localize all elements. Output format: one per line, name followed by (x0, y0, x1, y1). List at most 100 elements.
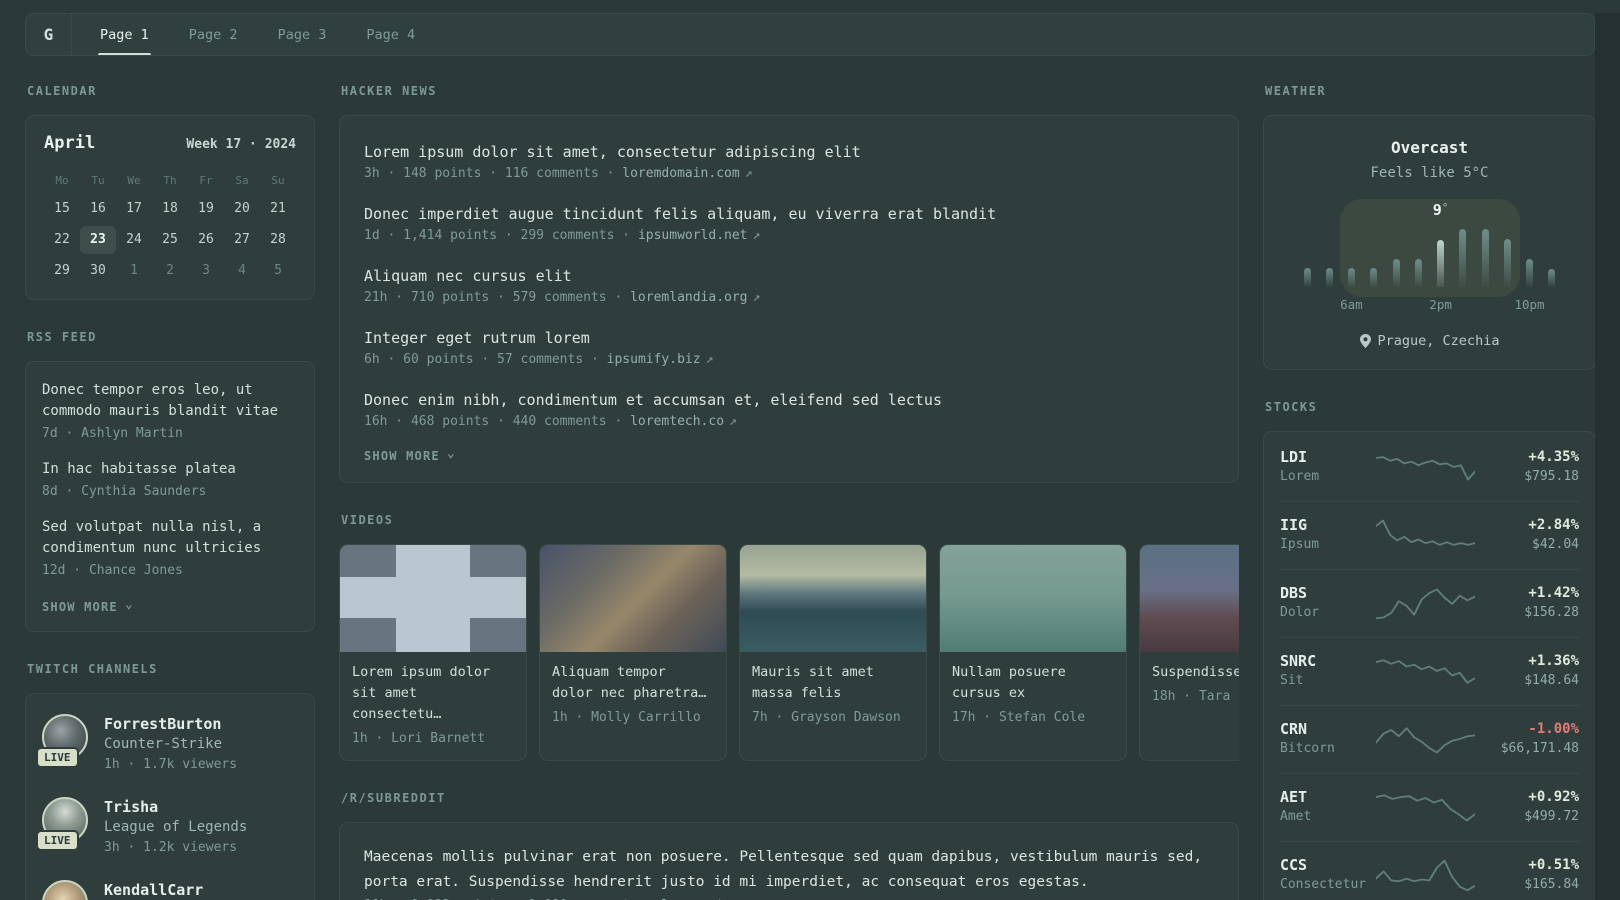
hn-domain-link[interactable]: loremtech.co (630, 414, 724, 429)
rss-item[interactable]: Donec tempor eros leo, ut commodo mauris… (42, 380, 298, 441)
calendar-section-title: CALENDAR (27, 84, 97, 98)
external-link-icon: ↗ (705, 352, 714, 367)
video-card[interactable]: Suspendisse diam 18h · Tara (1139, 544, 1239, 761)
calendar-weekday-row: Mo Tu We Th Fr Sa Su (44, 168, 296, 195)
rss-section: RSS FEED Donec tempor eros leo, ut commo… (25, 330, 315, 632)
videos-section-title: VIDEOS (341, 513, 394, 527)
hn-item-meta: 21h · 710 points · 579 comments · loreml… (364, 290, 1214, 305)
degree-symbol: ° (1441, 201, 1449, 214)
hn-domain-link[interactable]: ipsumify.biz (607, 352, 701, 367)
twitch-channel-row[interactable]: KendallCarr (42, 880, 298, 900)
channel-name: ForrestBurton (104, 715, 222, 733)
rss-item-meta: 7d · Ashlyn Martin (42, 426, 183, 441)
twitch-channel-row[interactable]: LIVE ForrestBurton Counter-Strike 1h · 1… (36, 714, 298, 775)
video-thumbnail (1140, 545, 1239, 652)
video-card[interactable]: Mauris sit amet massa felis 7h · Grayson… (739, 544, 927, 761)
hn-item-title[interactable]: Integer eget rutrum lorem (364, 327, 1214, 349)
channel-name: Trisha (104, 798, 159, 816)
twitch-widget: LIVE ForrestBurton Counter-Strike 1h · 1… (25, 693, 315, 900)
calendar-day: 25 (162, 232, 178, 247)
weather-bar (1437, 240, 1445, 287)
stock-price: $148.64 (1524, 673, 1579, 688)
rss-item[interactable]: In hac habitasse platea 8d · Cynthia Sau… (42, 459, 298, 499)
calendar-day: 19 (198, 201, 214, 216)
stock-ticker: LDI (1280, 448, 1308, 466)
stock-name: Ipsum (1280, 537, 1320, 552)
hn-domain-link[interactable]: ipsumworld.net (638, 228, 748, 243)
video-title: Suspendisse diam (1152, 664, 1239, 680)
stock-row: SNRC Sit +1.36% $148.64 (1280, 637, 1579, 705)
tab-label: Page 3 (277, 26, 327, 43)
stock-name: Amet (1280, 809, 1312, 824)
show-more-label: SHOW MORE (42, 600, 118, 614)
stock-sparkline (1376, 794, 1475, 822)
calendar-day-grid: 15 16 17 18 19 20 21 22 23 24 25 26 27 28 29 30 1 2 3 4 5 (44, 195, 296, 285)
weather-time-labels: 6am 2pm 10pm (1304, 297, 1556, 313)
video-title: Lorem ipsum dolor sit amet consectetu… (352, 664, 491, 722)
hn-item: Integer eget rutrum lorem 6h · 60 points… (364, 316, 1214, 378)
stock-price: $156.28 (1524, 605, 1579, 620)
rss-item-title: Donec tempor eros leo, ut commodo mauris… (42, 382, 279, 419)
channel-meta: 3h · 1.2k viewers (104, 840, 238, 855)
live-badge: LIVE (36, 830, 79, 851)
stock-price: $42.04 (1532, 537, 1579, 552)
video-meta: 18h · Tara (1152, 689, 1231, 704)
weather-widget: Overcast Feels like 5°C 9° 6am 2pm 10pm … (1263, 115, 1596, 370)
hacker-news-section-title: HACKER NEWS (341, 84, 437, 98)
hn-meta-text: 21h · 710 points · 579 comments · (364, 290, 631, 305)
channel-name: KendallCarr (104, 881, 204, 899)
tab-page-2[interactable]: Page 2 (189, 14, 238, 55)
twitch-channel-row[interactable]: LIVE Trisha League of Legends 3h · 1.2k … (36, 797, 298, 858)
weather-bar (1459, 229, 1467, 287)
subreddit-widget: Maecenas mollis pulvinar erat non posuer… (339, 822, 1239, 900)
calendar-day: 29 (54, 263, 70, 278)
stock-change: +0.92% (1528, 789, 1579, 805)
video-card[interactable]: Aliquam tempor dolor nec pharetra… 1h · … (539, 544, 727, 761)
stock-sparkline (1376, 727, 1475, 754)
hn-meta-text: 16h · 468 points · 440 comments · (364, 414, 631, 429)
hn-item-meta: 16h · 468 points · 440 comments · loremt… (364, 414, 1214, 429)
video-card[interactable]: Lorem ipsum dolor sit amet consectetu… 1… (339, 544, 527, 761)
video-card[interactable]: Nullam posuere cursus ex 17h · Stefan Co… (939, 544, 1127, 761)
video-meta: 1h · Molly Carrillo (552, 710, 701, 725)
calendar-widget: April Week 17 · 2024 Mo Tu We Th Fr Sa Su 15 16… (25, 115, 315, 300)
reddit-post-title[interactable]: Maecenas mollis pulvinar erat non posuer… (364, 845, 1214, 895)
chevron-down-icon: ⌄ (446, 446, 456, 461)
hn-item-title[interactable]: Aliquam nec cursus elit (364, 265, 1214, 287)
stock-ticker: CCS (1280, 856, 1308, 874)
stock-name: Lorem (1280, 469, 1320, 484)
stock-ticker: DBS (1280, 584, 1308, 602)
time-label: 6am (1340, 297, 1363, 312)
hn-item-title[interactable]: Donec imperdiet augue tincidunt felis al… (364, 203, 1214, 225)
calendar-day: 1 (130, 263, 138, 278)
subreddit-section: /R/SUBREDDIT Maecenas mollis pulvinar er… (339, 791, 1239, 900)
hn-item: Aliquam nec cursus elit 21h · 710 points… (364, 254, 1214, 316)
weather-bar (1370, 268, 1378, 287)
hn-item-title[interactable]: Lorem ipsum dolor sit amet, consectetur … (364, 141, 1214, 163)
rss-item[interactable]: Sed volutpat nulla nisl, a condimentum n… (42, 517, 298, 578)
stock-row: CCS Consectetur +0.51% $165.84 (1280, 841, 1579, 900)
time-label: 10pm (1514, 297, 1545, 312)
stock-price: $66,171.48 (1500, 741, 1579, 756)
weather-bar (1548, 269, 1556, 287)
tab-page-3[interactable]: Page 3 (278, 14, 327, 55)
calendar-weekday: Su (271, 174, 285, 187)
calendar-day: 5 (274, 263, 282, 278)
weather-bar (1392, 259, 1400, 287)
hn-show-more-button[interactable]: SHOW MORE ⌄ (364, 446, 456, 463)
live-badge: LIVE (36, 747, 79, 768)
rss-show-more-button[interactable]: SHOW MORE ⌄ (42, 598, 134, 614)
tab-label: Page 4 (366, 26, 416, 43)
hn-meta-text: 1d · 1,414 points · 299 comments · (364, 228, 638, 243)
stock-row: DBS Dolor +1.42% $156.28 (1280, 569, 1579, 637)
hn-domain-link[interactable]: loremlandia.org (630, 290, 747, 305)
stock-ticker: CRN (1280, 720, 1308, 738)
tab-page-1[interactable]: Page 1 (98, 14, 151, 55)
tab-page-4[interactable]: Page 4 (366, 14, 415, 55)
hn-meta-text: 3h · 148 points · 116 comments · (364, 166, 623, 181)
calendar-day-selected: 23 (80, 226, 116, 254)
hn-item-title[interactable]: Donec enim nibh, condimentum et accumsan… (364, 389, 1214, 411)
weather-condition: Overcast (1390, 138, 1469, 157)
hn-domain-link[interactable]: loremdomain.com (622, 166, 739, 181)
daylight-region (1339, 199, 1521, 297)
